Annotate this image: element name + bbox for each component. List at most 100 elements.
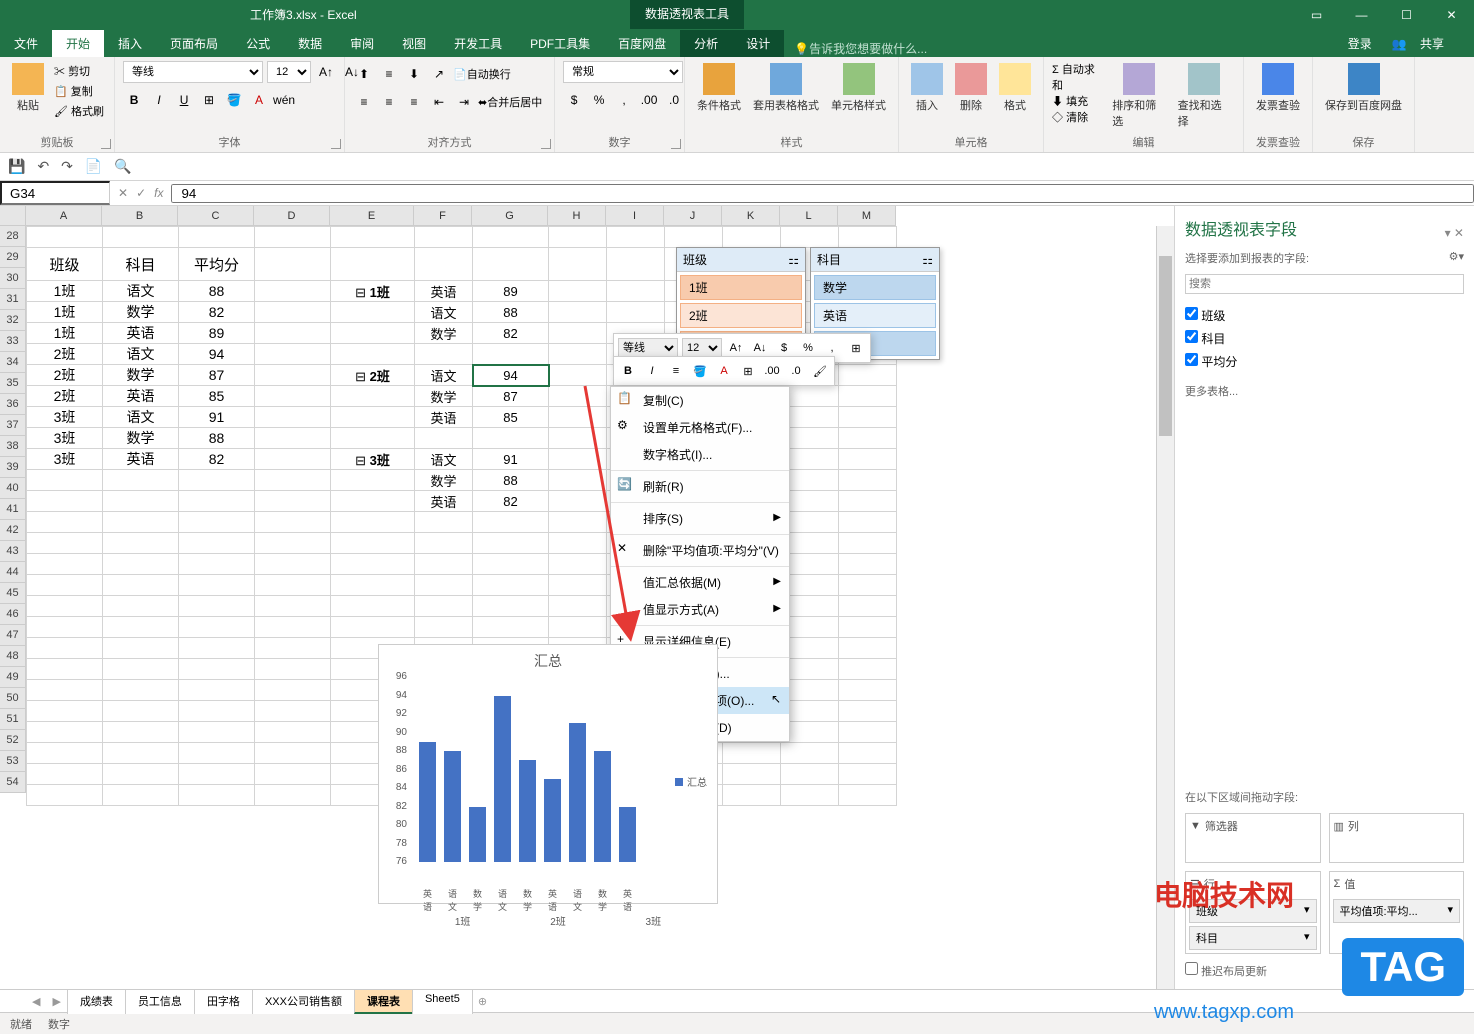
share-button[interactable]: 👥 共享 (1382, 30, 1464, 57)
menu-copy[interactable]: 📋复制(C) (611, 387, 789, 414)
menu-remove-value[interactable]: ✕删除"平均值项:平均分"(V) (611, 537, 789, 564)
tell-me-search[interactable]: 💡 告诉我您想要做什么... (784, 40, 927, 57)
italic-button[interactable]: I (148, 89, 170, 111)
qat-icon-2[interactable]: 🔍 (114, 158, 131, 175)
font-dialog-launcher[interactable] (331, 139, 341, 149)
field-pane-close-icon[interactable]: ▾ ✕ (1445, 226, 1464, 240)
sheet-tab[interactable]: 成绩表 (67, 989, 126, 1014)
sheet-tab[interactable]: Sheet5 (412, 989, 473, 1014)
mini-currency-icon[interactable]: $ (774, 338, 794, 358)
sheet-tab[interactable]: XXX公司销售额 (252, 989, 355, 1014)
mini-align-icon[interactable]: ≡ (666, 361, 686, 381)
mini-font-select[interactable]: 等线 (618, 338, 678, 358)
field-checkbox[interactable]: 科目 (1185, 327, 1464, 350)
tab-file[interactable]: 文件 (0, 30, 52, 57)
mini-font-color-icon[interactable]: A (714, 361, 734, 381)
border-button[interactable]: ⊞ (198, 89, 220, 111)
align-dialog-launcher[interactable] (541, 139, 551, 149)
align-left-icon[interactable]: ≡ (353, 91, 375, 113)
worksheet-area[interactable]: ABCDEFGHIJKLM 28293031323334353637383940… (0, 206, 1174, 989)
redo-icon[interactable]: ↷ (61, 158, 73, 175)
paste-button[interactable]: 粘贴 (8, 61, 48, 115)
menu-format-cells[interactable]: ⚙设置单元格格式(F)... (611, 414, 789, 441)
clear-button[interactable]: ◇ 清除 (1052, 109, 1104, 125)
field-search-input[interactable] (1185, 274, 1464, 294)
tab-review[interactable]: 审阅 (336, 30, 388, 57)
mini-border2-icon[interactable]: ⊞ (738, 361, 758, 381)
row-field-item[interactable]: 班级▾ (1189, 899, 1317, 923)
value-field-item[interactable]: 平均值项:平均...▾ (1333, 899, 1461, 923)
menu-sort[interactable]: 排序(S)▶ (611, 505, 789, 532)
minimize-icon[interactable]: — (1339, 0, 1384, 29)
font-color-button[interactable]: A (248, 89, 270, 111)
tab-baidu[interactable]: 百度网盘 (604, 30, 680, 57)
cut-button[interactable]: ✂ 剪切 (52, 61, 106, 81)
tab-page-layout[interactable]: 页面布局 (156, 30, 232, 57)
mini-decrease-font-icon[interactable]: A↓ (750, 338, 770, 358)
number-format-select[interactable]: 常规 (563, 61, 683, 83)
slicer-item[interactable]: 1班 (680, 275, 802, 300)
mini-comma-icon[interactable]: , (822, 338, 842, 358)
mini-italic-icon[interactable]: I (642, 361, 662, 381)
mini-border-icon[interactable]: ⊞ (846, 338, 866, 358)
tab-formulas[interactable]: 公式 (232, 30, 284, 57)
menu-number-format[interactable]: 数字格式(I)... (611, 441, 789, 468)
insert-cells-button[interactable]: 插入 (907, 61, 947, 115)
more-tables-link[interactable]: 更多表格... (1185, 383, 1464, 399)
field-checkbox[interactable]: 班级 (1185, 304, 1464, 327)
bold-button[interactable]: B (123, 89, 145, 111)
phonetic-button[interactable]: wén (273, 89, 295, 111)
close-icon[interactable]: ✕ (1429, 0, 1474, 29)
align-bottom-icon[interactable]: ⬇ (403, 63, 425, 85)
fill-color-button[interactable]: 🪣 (223, 89, 245, 111)
mini-inc-dec-icon[interactable]: .00 (762, 361, 782, 381)
field-pane-gear-icon[interactable]: ⚙▾ (1449, 250, 1464, 266)
accept-formula-icon[interactable]: ✓ (136, 186, 146, 200)
mini-fill-color-icon[interactable]: 🪣 (690, 361, 710, 381)
columns-area[interactable]: ▥ 列 (1329, 813, 1465, 863)
merge-center-button[interactable]: ⬌合并后居中 (478, 91, 542, 113)
increase-font-icon[interactable]: A↑ (315, 61, 337, 83)
formula-input[interactable] (171, 184, 1474, 203)
menu-refresh[interactable]: 🔄刷新(R) (611, 473, 789, 500)
number-dialog-launcher[interactable] (671, 139, 681, 149)
slicer-item[interactable]: 2班 (680, 303, 802, 328)
mini-dec-inc-icon[interactable]: .0 (786, 361, 806, 381)
align-right-icon[interactable]: ≡ (403, 91, 425, 113)
mini-format-painter-icon[interactable]: 🖌 (810, 361, 830, 381)
align-top-icon[interactable]: ⬆ (353, 63, 375, 85)
tab-pdf[interactable]: PDF工具集 (516, 30, 604, 57)
qat-icon-1[interactable]: 📄 (85, 158, 102, 175)
tab-home[interactable]: 开始 (52, 30, 104, 57)
table-format-button[interactable]: 套用表格格式 (749, 61, 823, 115)
pivot-chart[interactable]: 汇总 7678808284868890929496 英语语文数学语文数学英语语文… (378, 644, 718, 904)
row-field-item[interactable]: 科目▾ (1189, 926, 1317, 950)
tab-analyze[interactable]: 分析 (680, 30, 732, 57)
mini-percent-icon[interactable]: % (798, 338, 818, 358)
delete-cells-button[interactable]: 删除 (951, 61, 991, 115)
mini-increase-font-icon[interactable]: A↑ (726, 338, 746, 358)
slicer-item[interactable]: 数学 (814, 275, 936, 300)
mini-bold-icon[interactable]: B (618, 361, 638, 381)
cell-styles-button[interactable]: 单元格样式 (827, 61, 890, 115)
new-sheet-icon[interactable]: ⊕ (472, 995, 493, 1008)
sheet-tab[interactable]: 课程表 (354, 989, 413, 1014)
increase-decimal-icon[interactable]: .00 (638, 89, 660, 111)
fill-button[interactable]: ⬇ 填充 (1052, 93, 1104, 109)
underline-button[interactable]: U (173, 89, 195, 111)
format-cells-button[interactable]: 格式 (995, 61, 1035, 115)
font-size-select[interactable]: 12 (267, 61, 311, 83)
select-all-corner[interactable] (0, 206, 26, 226)
maximize-icon[interactable]: ☐ (1384, 0, 1429, 29)
rows-area[interactable]: ☰ 行 班级▾ 科目▾ (1185, 871, 1321, 954)
sheet-nav-next-icon[interactable]: ▶ (46, 995, 66, 1008)
fx-icon[interactable]: fx (154, 186, 163, 200)
slicer-clear-icon[interactable]: ⚏ (788, 253, 799, 267)
tab-view[interactable]: 视图 (388, 30, 440, 57)
sheet-tab[interactable]: 田字格 (194, 989, 253, 1014)
align-center-icon[interactable]: ≡ (378, 91, 400, 113)
copy-button[interactable]: 📋 复制 (52, 81, 106, 101)
menu-show-as[interactable]: 值显示方式(A)▶ (611, 596, 789, 623)
wrap-text-button[interactable]: 📄自动换行 (453, 63, 511, 85)
autosum-button[interactable]: Σ 自动求和 (1052, 61, 1104, 93)
